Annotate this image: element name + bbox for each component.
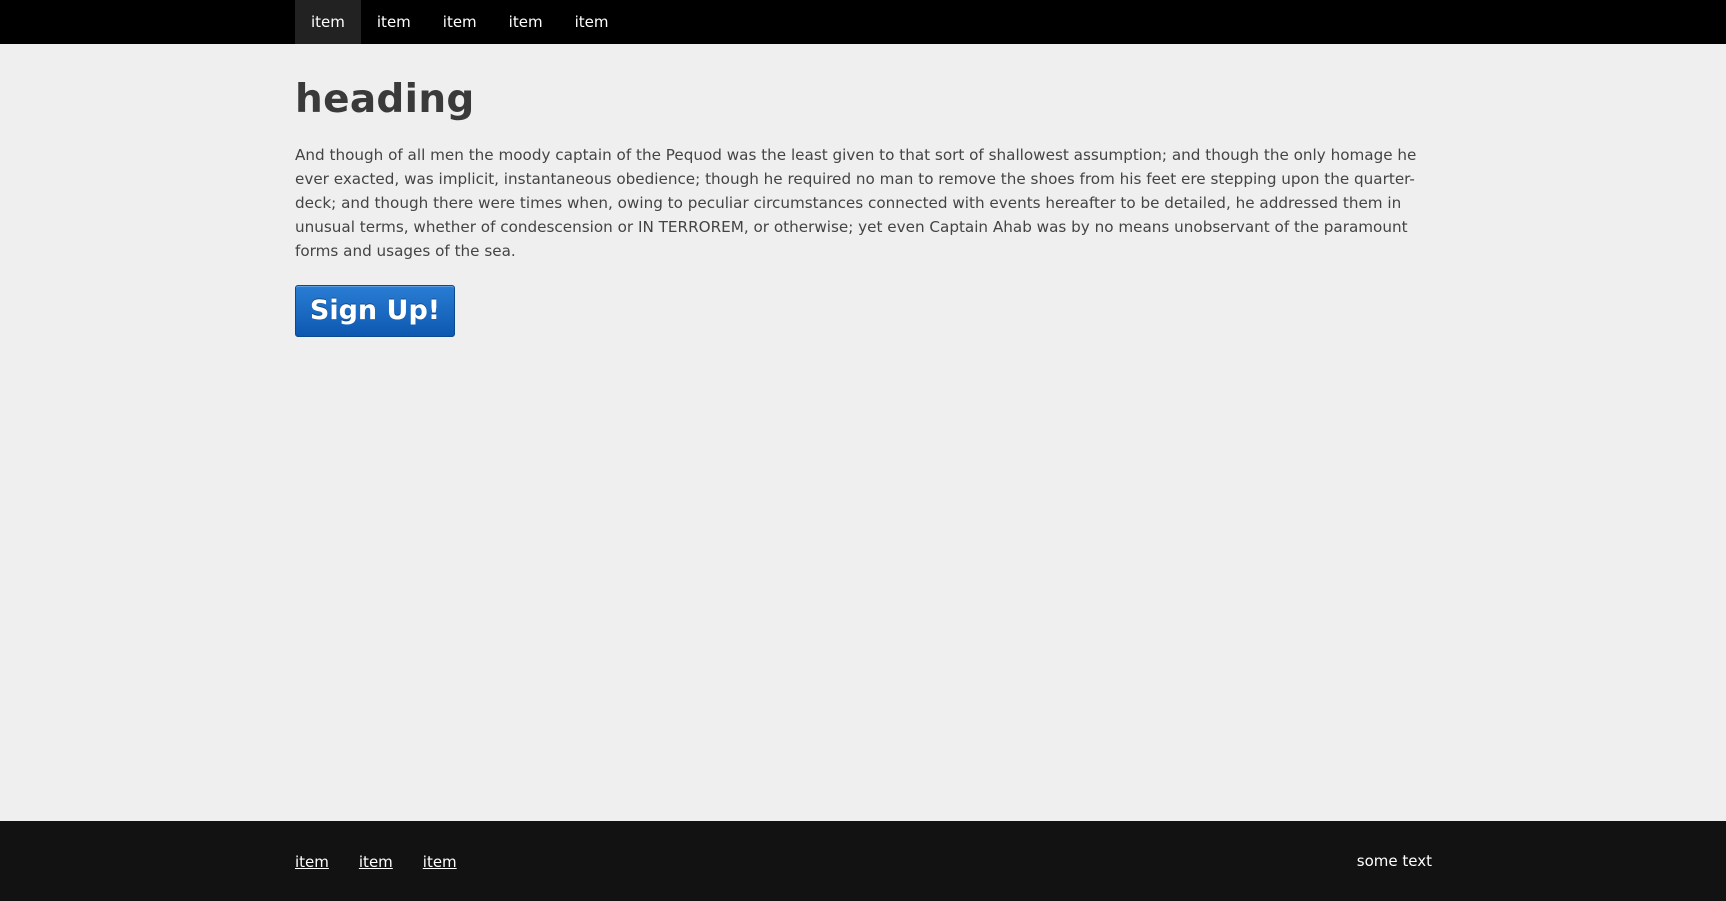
footer-link-1[interactable]: item xyxy=(295,853,329,871)
footer-link-item: item xyxy=(295,852,329,871)
top-navigation-bar: item item item item item xyxy=(0,0,1726,44)
footer: item item item some text xyxy=(0,821,1726,901)
footer-links: item item item xyxy=(295,821,487,901)
footer-link-3[interactable]: item xyxy=(423,853,457,871)
body-paragraph: And though of all men the moody captain … xyxy=(295,146,1417,260)
footer-link-2[interactable]: item xyxy=(359,853,393,871)
sign-up-button[interactable]: Sign Up! xyxy=(295,285,455,337)
nav-item-2[interactable]: item xyxy=(361,0,427,44)
nav-item-5[interactable]: item xyxy=(559,0,625,44)
page-heading: heading xyxy=(295,77,475,122)
main-content: heading And though of all men the moody … xyxy=(295,72,1431,337)
nav-item-3[interactable]: item xyxy=(427,0,493,44)
nav-menu: item item item item item xyxy=(295,0,624,44)
footer-link-item: item xyxy=(423,852,457,871)
footer-text: some text xyxy=(1356,852,1432,870)
nav-item-4[interactable]: item xyxy=(493,0,559,44)
nav-item-1[interactable]: item xyxy=(295,0,361,44)
footer-link-item: item xyxy=(359,852,393,871)
